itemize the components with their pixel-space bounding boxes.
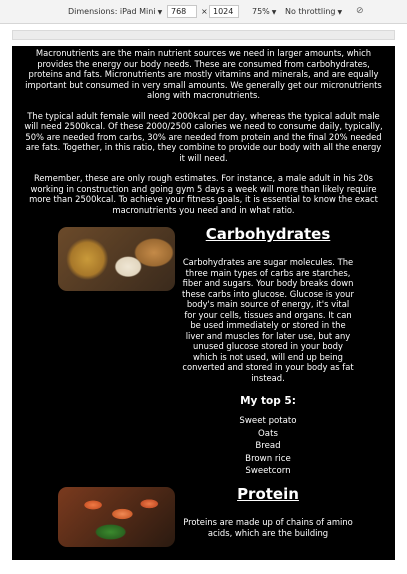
throttling-label: No throttling xyxy=(285,7,336,16)
dropdown-caret-icon: ▼ xyxy=(337,9,343,16)
list-item: Sweet potato xyxy=(239,416,297,426)
intro-paragraph: The typical adult female will need 2000k… xyxy=(24,110,383,163)
carbs-description: Carbohydrates are sugar molecules. The t… xyxy=(182,257,354,383)
carbs-title: Carbohydrates xyxy=(205,225,331,243)
list-item: Sweetcorn xyxy=(245,466,291,476)
protein-title: Protein xyxy=(237,485,299,503)
dropdown-caret-icon: ▼ xyxy=(271,9,277,16)
rotate-icon[interactable]: ⊘ xyxy=(356,5,364,17)
protein-food-image xyxy=(58,487,175,547)
top5-list: Sweet potato Oats Bread Brown rice Sweet… xyxy=(182,415,354,478)
carbs-section: Carbohydrates Carbohydrates are sugar mo… xyxy=(12,225,395,485)
zoom-label: 75% xyxy=(252,7,270,16)
intro-paragraph: Remember, these are only rough estimates… xyxy=(29,173,378,215)
device-label: Dimensions: iPad Mini xyxy=(68,7,156,16)
dimension-separator: × xyxy=(201,7,208,16)
media-query-ruler xyxy=(12,30,395,40)
top5-heading: My top 5: xyxy=(240,395,296,407)
device-select[interactable]: Dimensions: iPad Mini ▼ xyxy=(68,6,162,19)
carbs-content: Carbohydrates Carbohydrates are sugar mo… xyxy=(182,225,354,478)
list-item: Brown rice xyxy=(245,453,291,464)
protein-description: Proteins are made up of chains of amino … xyxy=(183,517,353,538)
zoom-select[interactable]: 75% ▼ xyxy=(252,6,276,19)
dropdown-caret-icon: ▼ xyxy=(157,9,163,16)
page-viewport: Macronutrients are the main nutrient sou… xyxy=(12,46,395,560)
list-item: Oats xyxy=(258,428,278,439)
intro-paragraph: Macronutrients are the main nutrient sou… xyxy=(25,48,382,100)
device-toolbar: Dimensions: iPad Mini ▼ 768 × 1024 75% ▼ N… xyxy=(0,0,407,24)
list-item: Bread xyxy=(255,441,281,451)
protein-section: Protein Proteins are made up of chains o… xyxy=(12,485,395,547)
protein-content: Protein Proteins are made up of chains o… xyxy=(182,485,354,538)
scrollbar[interactable] xyxy=(395,46,399,560)
height-input[interactable]: 1024 xyxy=(209,5,239,18)
throttling-select[interactable]: No throttling ▼ xyxy=(285,6,342,19)
width-input[interactable]: 768 xyxy=(167,5,197,18)
carbs-food-image xyxy=(58,227,175,291)
intro-section: Macronutrients are the main nutrient sou… xyxy=(12,46,395,215)
